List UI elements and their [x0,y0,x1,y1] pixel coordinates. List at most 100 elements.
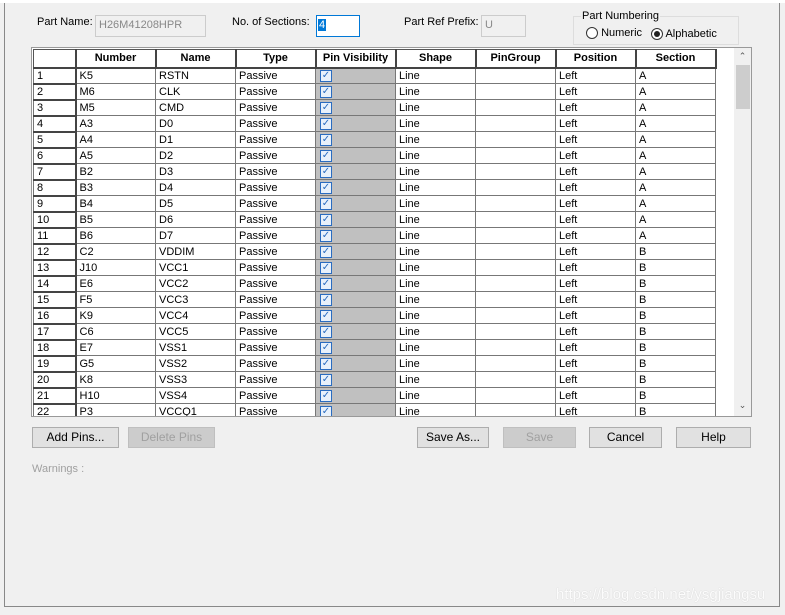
cell-pingroup[interactable] [475,275,556,292]
sections-input[interactable]: 4 [316,15,360,37]
checkbox-checked-icon[interactable]: ✓ [320,341,332,354]
checkbox-checked-icon[interactable]: ✓ [320,229,332,242]
cell-section[interactable]: B [635,275,716,292]
cell-pingroup[interactable] [475,179,556,196]
column-header[interactable]: Type [235,49,317,69]
cell-name[interactable]: D5 [155,195,236,212]
cell-name[interactable]: D7 [155,227,236,244]
cell-pingroup[interactable] [475,115,556,132]
cell-shape[interactable]: Line [395,275,476,292]
cell-type[interactable]: Passive [235,227,316,244]
checkbox-checked-icon[interactable]: ✓ [320,277,332,290]
checkbox-checked-icon[interactable]: ✓ [320,309,332,322]
cell-position[interactable]: Left [555,403,636,416]
scroll-down-icon[interactable]: ⌄ [734,400,751,411]
cell-number[interactable]: K5 [75,67,156,84]
cell-section[interactable]: B [635,371,716,388]
save-button[interactable]: Save [503,427,576,448]
table-row[interactable]: 12 C2 VDDIM Passive ✓ Line Left B [33,243,716,261]
cell-pingroup[interactable] [475,227,556,244]
cell-type[interactable]: Passive [235,195,316,212]
cell-type[interactable]: Passive [235,179,316,196]
cell-name[interactable]: D6 [155,211,236,228]
part-name-field[interactable]: H26M41208HPR [95,15,206,37]
cell-section[interactable]: A [635,163,716,180]
cell-number[interactable]: G5 [75,355,156,372]
column-header[interactable]: Pin Visibility [315,49,397,69]
cell-pingroup[interactable] [475,195,556,212]
cell-position[interactable]: Left [555,115,636,132]
cell-type[interactable]: Passive [235,291,316,308]
cell-pingroup[interactable] [475,67,556,84]
cell-shape[interactable]: Line [395,147,476,164]
radio-alphabetic[interactable]: Alphabetic [651,28,717,41]
save-as-button[interactable]: Save As... [417,427,489,448]
cell-type[interactable]: Passive [235,211,316,228]
cell-position[interactable]: Left [555,355,636,372]
cell-number[interactable]: C2 [75,243,156,260]
cancel-button[interactable]: Cancel [589,427,662,448]
cell-name[interactable]: VCCQ1 [155,403,236,416]
cell-pingroup[interactable] [475,339,556,356]
table-row[interactable]: 19 G5 VSS2 Passive ✓ Line Left B [33,355,716,373]
cell-section[interactable]: B [635,291,716,308]
table-row[interactable]: 6 A5 D2 Passive ✓ Line Left A [33,147,716,165]
cell-shape[interactable]: Line [395,211,476,228]
cell-type[interactable]: Passive [235,323,316,340]
cell-shape[interactable]: Line [395,323,476,340]
pins-grid[interactable]: Number Name Type Pin Visibility Shape PinGrou… [31,47,752,417]
cell-pingroup[interactable] [475,291,556,308]
pin-visibility-cell[interactable]: ✓ [315,259,396,276]
cell-pingroup[interactable] [475,211,556,228]
cell-type[interactable]: Passive [235,387,316,404]
table-row[interactable]: 22 P3 VCCQ1 Passive ✓ Line Left B [33,403,716,416]
cell-shape[interactable]: Line [395,227,476,244]
column-header[interactable]: Section [635,49,717,69]
row-number[interactable]: 11 [33,227,77,245]
cell-pingroup[interactable] [475,243,556,260]
cell-position[interactable]: Left [555,67,636,84]
column-header[interactable] [33,49,77,69]
row-number[interactable]: 1 [33,67,77,85]
checkbox-checked-icon[interactable]: ✓ [320,405,332,416]
cell-shape[interactable]: Line [395,99,476,116]
pin-visibility-cell[interactable]: ✓ [315,67,396,84]
cell-position[interactable]: Left [555,163,636,180]
checkbox-checked-icon[interactable]: ✓ [320,69,332,82]
cell-name[interactable]: VSS3 [155,371,236,388]
cell-position[interactable]: Left [555,195,636,212]
cell-shape[interactable]: Line [395,387,476,404]
column-header[interactable]: Position [555,49,637,69]
cell-position[interactable]: Left [555,371,636,388]
cell-name[interactable]: D4 [155,179,236,196]
cell-section[interactable]: A [635,83,716,100]
cell-section[interactable]: A [635,115,716,132]
cell-section[interactable]: B [635,243,716,260]
cell-number[interactable]: M6 [75,83,156,100]
cell-shape[interactable]: Line [395,179,476,196]
cell-number[interactable]: B6 [75,227,156,244]
cell-section[interactable]: B [635,387,716,404]
checkbox-checked-icon[interactable]: ✓ [320,213,332,226]
row-number[interactable]: 8 [33,179,77,197]
cell-number[interactable]: K9 [75,307,156,324]
table-row[interactable]: 15 F5 VCC3 Passive ✓ Line Left B [33,291,716,309]
cell-number[interactable]: M5 [75,99,156,116]
table-row[interactable]: 9 B4 D5 Passive ✓ Line Left A [33,195,716,213]
cell-name[interactable]: D2 [155,147,236,164]
table-row[interactable]: 5 A4 D1 Passive ✓ Line Left A [33,131,716,149]
cell-name[interactable]: D0 [155,115,236,132]
cell-position[interactable]: Left [555,339,636,356]
cell-position[interactable]: Left [555,83,636,100]
cell-number[interactable]: B3 [75,179,156,196]
cell-number[interactable]: H10 [75,387,156,404]
cell-position[interactable]: Left [555,259,636,276]
row-number[interactable]: 7 [33,163,77,181]
pin-visibility-cell[interactable]: ✓ [315,275,396,292]
pin-visibility-cell[interactable]: ✓ [315,115,396,132]
cell-position[interactable]: Left [555,323,636,340]
cell-shape[interactable]: Line [395,115,476,132]
checkbox-checked-icon[interactable]: ✓ [320,325,332,338]
cell-pingroup[interactable] [475,83,556,100]
table-row[interactable]: 17 C6 VCC5 Passive ✓ Line Left B [33,323,716,341]
